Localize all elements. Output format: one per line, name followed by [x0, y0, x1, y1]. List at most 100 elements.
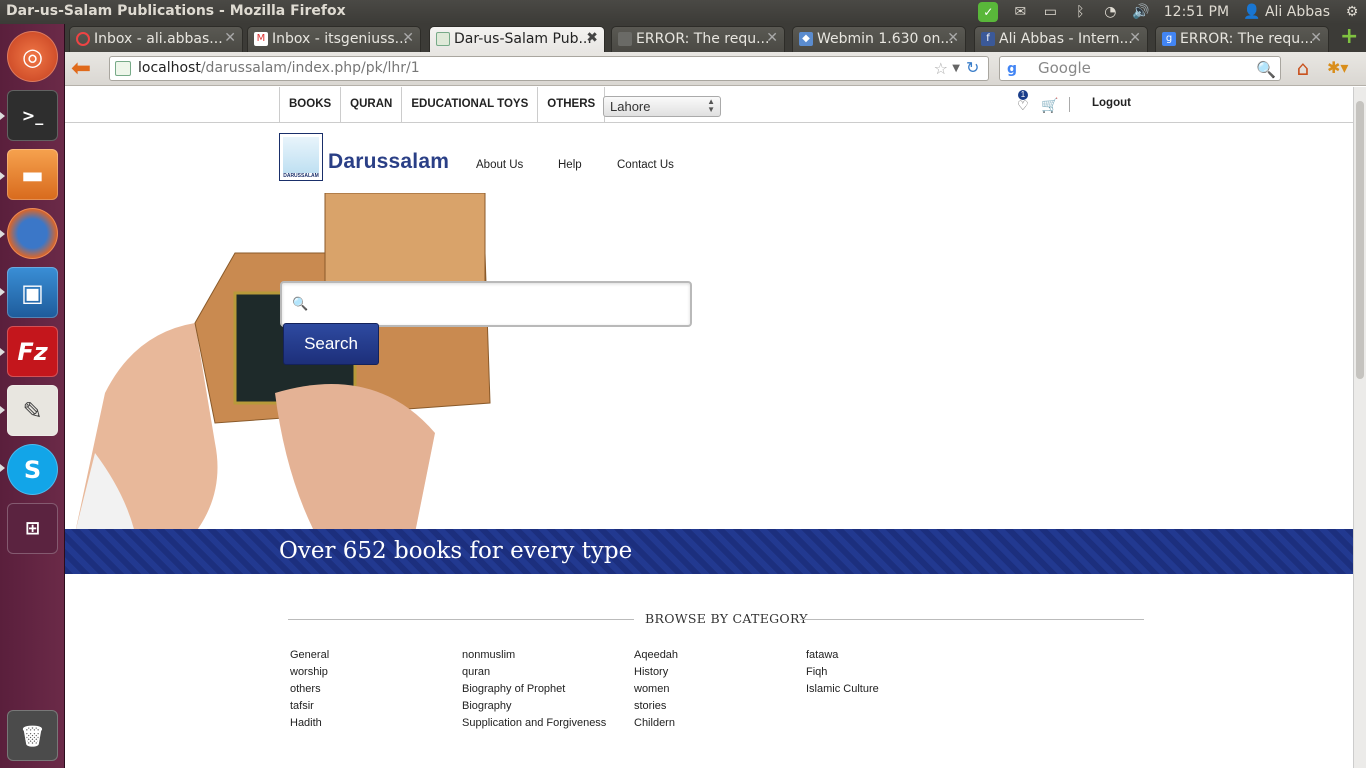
search-button[interactable]: Search: [283, 323, 379, 365]
tab-error-1[interactable]: ERROR: The requ... ✕: [611, 26, 785, 52]
category-link[interactable]: Islamic Culture: [806, 681, 879, 698]
category-column-2: nonmuslim quran Biography of Prophet Bio…: [462, 647, 606, 732]
site-identity-icon[interactable]: [115, 61, 131, 76]
url-host: localhost: [138, 60, 201, 76]
category-column-3: Aqeedah History women stories Childern: [634, 647, 678, 732]
category-link[interactable]: Fiqh: [806, 664, 879, 681]
about-us-link[interactable]: About Us: [476, 159, 523, 171]
tab-label: Ali Abbas - Intern...: [999, 31, 1133, 47]
wifi-icon[interactable]: ◔: [1102, 0, 1118, 24]
workspace-switcher-icon[interactable]: ⊞: [7, 503, 58, 554]
wishlist-icon[interactable]: ♡ 1: [1017, 90, 1029, 114]
books-banner: Over 652 books for every type: [65, 529, 1353, 574]
ubuntu-dash-icon[interactable]: ◎: [7, 31, 58, 82]
url-history-dropdown-icon[interactable]: ▼: [952, 57, 960, 80]
menu-books[interactable]: BOOKS: [280, 87, 342, 122]
tab-label: Inbox - itsgeniuss...: [272, 31, 409, 47]
brand-name[interactable]: Darussalam: [328, 150, 449, 174]
help-link[interactable]: Help: [558, 159, 582, 171]
category-link[interactable]: Hadith: [290, 715, 329, 732]
category-link[interactable]: quran: [462, 664, 606, 681]
tab-error-2[interactable]: g ERROR: The requ... ✕: [1155, 26, 1329, 52]
user-menu[interactable]: 👤 Ali Abbas: [1243, 0, 1330, 24]
category-column-4: fatawa Fiqh Islamic Culture: [806, 647, 879, 698]
category-menu: BOOKS QURAN EDUCATIONAL TOYS OTHERS: [279, 87, 606, 122]
session-gear-icon[interactable]: ⚙: [1344, 0, 1360, 24]
volume-icon[interactable]: 🔊: [1132, 0, 1149, 24]
category-link[interactable]: worship: [290, 664, 329, 681]
site-top-nav: BOOKS QURAN EDUCATIONAL TOYS OTHERS Laho…: [65, 87, 1353, 123]
url-bar[interactable]: localhost/darussalam/index.php/pk/lhr/1 …: [109, 56, 989, 81]
update-notifier-icon[interactable]: ✓: [978, 2, 999, 22]
cart-icon[interactable]: 🛒: [1041, 97, 1058, 114]
battery-icon[interactable]: ▭: [1042, 0, 1058, 24]
category-link[interactable]: Childern: [634, 715, 678, 732]
trash-icon[interactable]: 🗑: [7, 710, 58, 761]
new-tab-icon[interactable]: +: [1340, 26, 1360, 48]
terminal-icon[interactable]: >_: [7, 90, 58, 141]
tab-close-icon[interactable]: ✖: [586, 30, 598, 46]
tab-darussalam[interactable]: Dar-us-Salam Pub... ✖: [429, 26, 605, 52]
category-link[interactable]: Supplication and Forgiveness: [462, 715, 606, 732]
url-path: /darussalam/index.php/pk/lhr/1: [200, 60, 420, 76]
menu-educational-toys[interactable]: EDUCATIONAL TOYS: [402, 87, 539, 122]
category-link[interactable]: Biography of Prophet: [462, 681, 606, 698]
user-icon: 👤: [1243, 4, 1265, 20]
web-page: BOOKS QURAN EDUCATIONAL TOYS OTHERS Laho…: [65, 87, 1353, 768]
filezilla-icon[interactable]: Fz: [7, 326, 58, 377]
tab-inbox-itsgenius[interactable]: M Inbox - itsgeniuss... ✕: [247, 26, 421, 52]
page-scrollbar[interactable]: [1353, 87, 1366, 768]
skype-icon[interactable]: S: [7, 444, 58, 495]
files-icon[interactable]: ▬: [7, 149, 58, 200]
addon-icon[interactable]: ✱▾: [1327, 56, 1351, 80]
select-arrows-icon: ▲ ▼: [707, 97, 715, 114]
tab-close-icon[interactable]: ✕: [1129, 30, 1141, 46]
bluetooth-icon[interactable]: ᛒ: [1072, 0, 1088, 24]
tab-close-icon[interactable]: ✕: [224, 30, 236, 46]
reload-icon[interactable]: ↻: [966, 60, 984, 78]
firefox-icon[interactable]: [7, 208, 58, 259]
logout-link[interactable]: Logout: [1092, 97, 1131, 109]
category-link[interactable]: Biography: [462, 698, 606, 715]
search-engine-icon[interactable]: g: [1004, 61, 1020, 77]
tab-webmin[interactable]: ◆ Webmin 1.630 on... ✕: [792, 26, 966, 52]
city-select[interactable]: Lahore ▲ ▼: [603, 96, 721, 117]
text-editor-icon[interactable]: ✎: [7, 385, 58, 436]
category-link[interactable]: women: [634, 681, 678, 698]
tab-facebook[interactable]: f Ali Abbas - Intern... ✕: [974, 26, 1148, 52]
category-link[interactable]: nonmuslim: [462, 647, 606, 664]
home-icon[interactable]: ⌂: [1291, 56, 1315, 80]
book-search-input[interactable]: 🔍: [280, 281, 692, 327]
tab-label: ERROR: The requ...: [636, 31, 770, 47]
tab-close-icon[interactable]: ✕: [1310, 30, 1322, 46]
navigation-toolbar: ⬅ localhost/darussalam/index.php/pk/lhr/…: [65, 52, 1366, 86]
divider-line: [288, 619, 634, 620]
clock[interactable]: 12:51 PM: [1164, 0, 1229, 24]
category-link[interactable]: History: [634, 664, 678, 681]
tab-inbox-ali[interactable]: Inbox - ali.abbas... ✕: [69, 26, 243, 52]
running-indicator: [0, 230, 5, 238]
scrollbar-thumb[interactable]: [1356, 101, 1364, 379]
category-link[interactable]: Aqeedah: [634, 647, 678, 664]
category-link[interactable]: tafsir: [290, 698, 329, 715]
category-link[interactable]: others: [290, 681, 329, 698]
contact-us-link[interactable]: Contact Us: [617, 159, 674, 171]
category-link[interactable]: fatawa: [806, 647, 879, 664]
tab-close-icon[interactable]: ✕: [766, 30, 778, 46]
web-search-input[interactable]: g Google 🔍: [999, 56, 1281, 81]
menu-others[interactable]: OTHERS: [538, 87, 606, 122]
running-indicator: [0, 464, 5, 472]
bookmark-star-icon[interactable]: ☆: [934, 57, 948, 80]
back-arrow-icon[interactable]: ⬅: [71, 56, 97, 82]
tab-strip: Inbox - ali.abbas... ✕ M Inbox - itsgeni…: [65, 24, 1366, 52]
search-icon[interactable]: 🔍: [1256, 58, 1276, 81]
tab-close-icon[interactable]: ✕: [402, 30, 414, 46]
category-link[interactable]: General: [290, 647, 329, 664]
menu-quran[interactable]: QURAN: [341, 87, 403, 122]
category-link[interactable]: stories: [634, 698, 678, 715]
mail-icon[interactable]: ✉: [1012, 0, 1028, 24]
running-indicator: [0, 112, 5, 120]
virtualbox-icon[interactable]: ▣: [7, 267, 58, 318]
darussalam-logo[interactable]: DARUSSALAM: [279, 133, 323, 181]
tab-close-icon[interactable]: ✕: [947, 30, 959, 46]
